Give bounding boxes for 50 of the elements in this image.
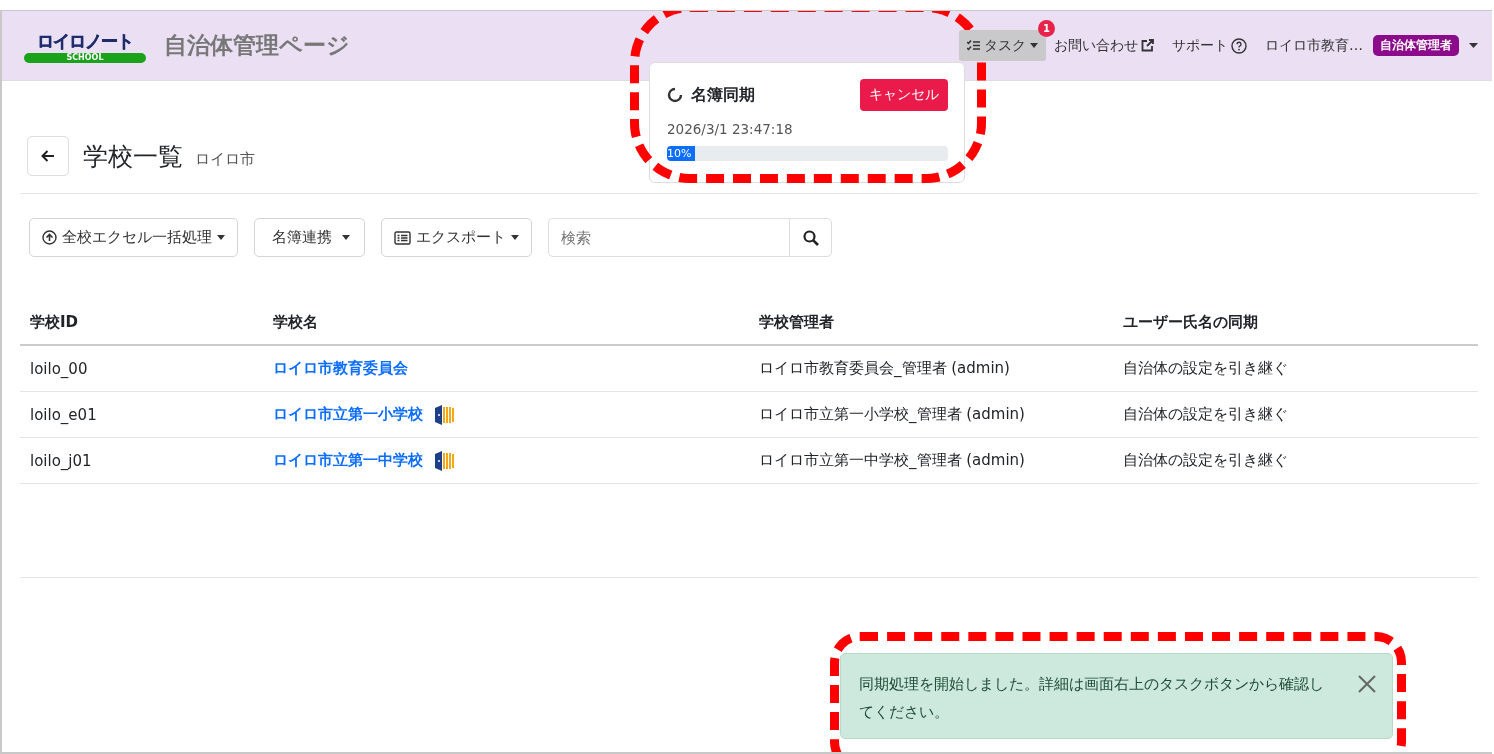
user-name[interactable]: ロイロ市教育… (1265, 36, 1363, 55)
column-header: 学校名 (273, 313, 318, 331)
header-link[interactable]: サポート (1172, 36, 1247, 55)
task-time: 2026/3/1 23:47:18 (667, 121, 794, 137)
back-arrow-icon (41, 150, 55, 162)
school-link[interactable]: ロイロ市教育委員会 (273, 359, 408, 378)
search-field[interactable]: 検索 (548, 218, 789, 257)
spinner-icon (667, 87, 683, 103)
close-icon[interactable] (1358, 675, 1376, 693)
table-cell: loilo_j01 (30, 451, 92, 470)
dropdown-button[interactable]: 全校エクセル一括処理 (29, 218, 238, 257)
page-title: 学校一覧 (83, 140, 183, 173)
list-icon (394, 230, 411, 245)
dropdown-button[interactable]: 名簿連携 (254, 218, 365, 257)
progress-fill: 10% (667, 146, 696, 161)
toast-message: 同期処理を開始しました。詳細は画面右上のタスクボタンから確認してください。 (859, 675, 1324, 721)
app-title: 自治体管理ページ (164, 31, 350, 60)
table-cell: ロイロ市立第一中学校_管理者 (admin) (759, 451, 1025, 469)
logo[interactable]: ロイロノート SCHOOL (24, 28, 146, 63)
caret-icon[interactable] (1469, 43, 1478, 48)
table-cell: ロイロ市教育委員会_管理者 (admin) (759, 359, 1010, 377)
checklist-icon (967, 40, 980, 51)
table-cell: 自治体の設定を引き継ぐ (1123, 405, 1288, 423)
header-link[interactable]: お問い合わせ (1054, 36, 1154, 55)
table-cell: ロイロ市立第一小学校_管理者 (admin) (759, 405, 1025, 423)
search-button[interactable] (789, 218, 832, 257)
back-button[interactable] (27, 136, 69, 176)
column-header: 学校管理者 (759, 313, 834, 331)
table-cell: loilo_e01 (30, 405, 97, 424)
count-badge: 1 (1038, 20, 1055, 37)
school-link[interactable]: ロイロ市立第一小学校 (273, 405, 423, 424)
column-header: ユーザー氏名の同期 (1123, 313, 1258, 331)
school-link[interactable]: ロイロ市立第一中学校 (273, 451, 423, 470)
help-icon (1231, 37, 1247, 54)
cancel-button[interactable]: キャンセル (860, 79, 948, 111)
caret-icon (511, 235, 519, 240)
dropdown-button[interactable]: エクスポート (381, 218, 532, 257)
task-title: 名簿同期 (691, 84, 756, 106)
role-badge: 自治体管理者 (1373, 35, 1459, 56)
search-icon (802, 229, 819, 246)
caret-icon (342, 235, 350, 240)
column-header: 学校ID (30, 313, 79, 331)
table-cell: 自治体の設定を引き継ぐ (1123, 359, 1288, 377)
external-link-icon (1141, 39, 1154, 52)
caret-icon (1030, 43, 1038, 48)
upload-icon (42, 230, 57, 245)
caret-icon (217, 235, 225, 240)
table-cell: 自治体の設定を引き継ぐ (1123, 451, 1288, 469)
page-subtitle: ロイロ市 (195, 149, 255, 169)
table-cell: loilo_00 (30, 359, 88, 378)
